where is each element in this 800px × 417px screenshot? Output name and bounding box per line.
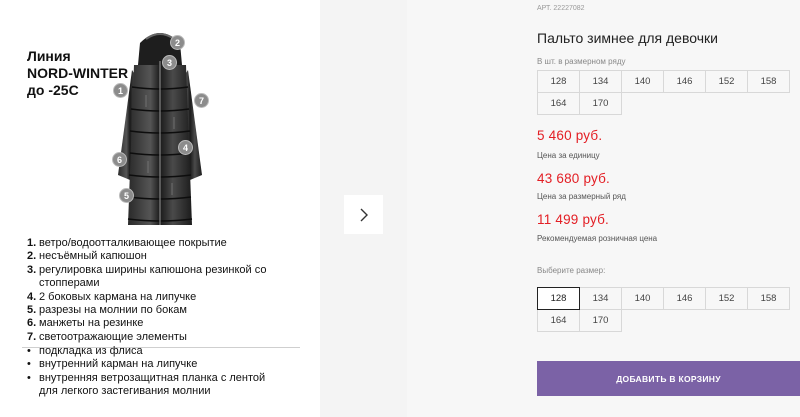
feature-item: 5. разрезы на молнии по бокам xyxy=(27,304,187,317)
size-option[interactable]: 140 xyxy=(621,287,664,310)
extras-list: • подкладка из флиса • внутренний карман н… xyxy=(27,345,287,399)
product-image-panel: Линия NORD-WINTER до -25С 2 3 1 7 4 6 5 … xyxy=(0,0,320,417)
marker-7: 7 xyxy=(194,93,209,108)
extras-item: • внутренняя ветрозащитная планка с ленто… xyxy=(27,371,266,398)
pack-price-label: Цена за размерный ряд xyxy=(537,192,626,201)
feature-item: 7. светоотражающие элементы xyxy=(27,330,187,343)
add-to-cart-button[interactable]: ДОБАВИТЬ В КОРЗИНУ xyxy=(537,361,800,396)
pack-size-cell: 128 xyxy=(537,70,580,93)
product-sku: АРТ. 22227082 xyxy=(537,5,585,12)
feature-item: 2. несъёмный капюшон xyxy=(27,250,147,263)
pack-size-grid: 128 134 140 146 152 158 164 170 xyxy=(537,70,790,115)
feature-item: 1. ветро/водоотталкивающее покрытие xyxy=(27,237,227,249)
retail-price: 11 499 руб. xyxy=(537,212,609,227)
pack-size-cell: 146 xyxy=(663,70,706,93)
choose-size-grid: 128 134 140 146 152 158 164 170 xyxy=(537,287,790,332)
pack-size-cell: 152 xyxy=(705,70,748,93)
extras-item: • внутренний карман на липучке xyxy=(27,358,198,371)
feature-item: 4. 2 боковых кармана на липучке xyxy=(27,290,197,303)
bullet-icon: • xyxy=(27,345,31,357)
retail-price-label: Рекомендуемая розничная цена xyxy=(537,234,658,243)
marker-6: 6 xyxy=(112,152,127,167)
size-option[interactable]: 158 xyxy=(747,287,790,310)
coat-illustration xyxy=(118,33,202,225)
marker-5: 5 xyxy=(119,188,134,203)
bullet-icon: • xyxy=(27,358,31,371)
size-option[interactable]: 134 xyxy=(579,287,622,310)
marker-4: 4 xyxy=(178,140,193,155)
size-option[interactable]: 152 xyxy=(705,287,748,310)
gallery-nav-panel xyxy=(320,0,407,417)
choose-size-caption: Выберите размер: xyxy=(537,266,606,275)
bullet-icon: • xyxy=(27,371,31,384)
product-info-panel: АРТ. 22227082 Пальто зимнее для девочки … xyxy=(407,0,800,417)
pack-sizes-caption: В шт. в размерном ряду xyxy=(537,57,626,66)
pack-size-cell: 134 xyxy=(579,70,622,93)
marker-2: 2 xyxy=(170,35,185,50)
feature-item: 6. манжеты на резинке xyxy=(27,317,144,330)
pack-size-cell: 170 xyxy=(579,92,622,115)
size-option[interactable]: 164 xyxy=(537,309,580,332)
pack-size-cell: 164 xyxy=(537,92,580,115)
marker-3: 3 xyxy=(162,55,177,70)
size-option-selected[interactable]: 128 xyxy=(537,287,580,310)
feature-item: 3. регулировка ширины капюшона резинкой с… xyxy=(27,263,267,290)
feature-list: 1. ветро/водоотталкивающее покрытие 2. нес… xyxy=(27,237,302,344)
next-image-button[interactable] xyxy=(344,195,383,234)
pack-size-cell: 140 xyxy=(621,70,664,93)
marker-1: 1 xyxy=(113,83,128,98)
size-option[interactable]: 146 xyxy=(663,287,706,310)
unit-price: 5 460 руб. xyxy=(537,128,603,143)
size-option[interactable]: 170 xyxy=(579,309,622,332)
unit-price-label: Цена за единицу xyxy=(537,151,600,160)
product-title: Пальто зимнее для девочки xyxy=(537,30,718,46)
pack-price: 43 680 руб. xyxy=(537,171,610,186)
chevron-right-icon xyxy=(360,208,368,221)
pack-size-cell: 158 xyxy=(747,70,790,93)
coat-image: 2 3 1 7 4 6 5 xyxy=(110,25,210,235)
extras-item: • подкладка из флиса xyxy=(27,345,143,357)
